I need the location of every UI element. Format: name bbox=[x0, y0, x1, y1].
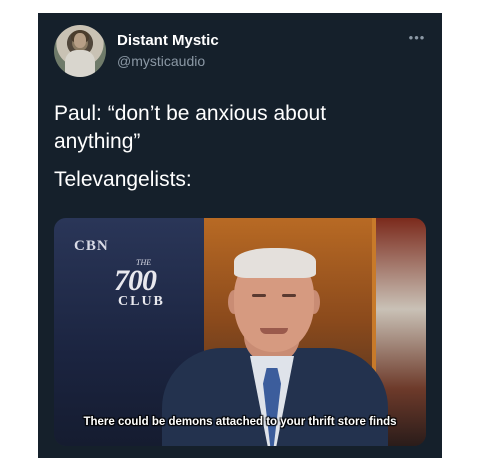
avatar-body bbox=[65, 50, 95, 77]
man-mouth bbox=[260, 328, 288, 334]
tweet-text: Paul: “don’t be anxious about anything” … bbox=[54, 100, 414, 194]
show-logo-club: CLUB bbox=[118, 294, 165, 309]
tweet-card: Distant Mystic @mysticaudio ••• Paul: “d… bbox=[38, 13, 442, 458]
tweet-media-image[interactable]: CBN THE 700 CLUB There could be demons a… bbox=[54, 218, 426, 446]
more-horizontal-icon[interactable]: ••• bbox=[406, 31, 428, 47]
tweet-text-line: Paul: “don’t be anxious about anything” bbox=[54, 102, 327, 153]
man-eye bbox=[252, 294, 266, 297]
avatar-head bbox=[74, 33, 86, 48]
network-logo: CBN bbox=[74, 238, 109, 254]
user-handle[interactable]: @mysticaudio bbox=[117, 53, 205, 69]
display-name[interactable]: Distant Mystic bbox=[117, 32, 219, 49]
avatar[interactable] bbox=[54, 25, 106, 77]
man-eye bbox=[282, 294, 296, 297]
man-hair bbox=[234, 248, 316, 278]
show-logo-number: 700 bbox=[114, 264, 157, 297]
video-caption: There could be demons attached to your t… bbox=[83, 416, 397, 428]
tweet-text-line: Televangelists: bbox=[54, 168, 192, 191]
